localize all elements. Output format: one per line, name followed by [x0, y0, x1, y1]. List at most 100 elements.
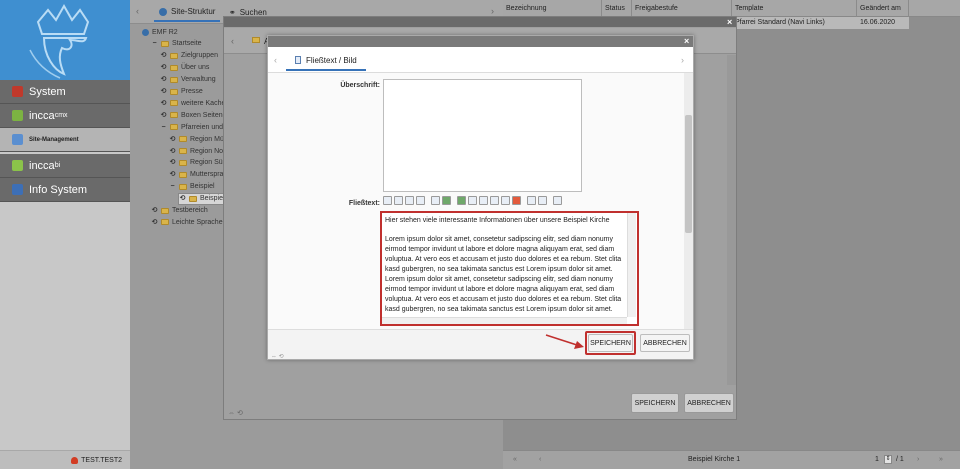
- tree-node[interactable]: EMF R2: [142, 26, 178, 38]
- column-header[interactable]: Status: [602, 0, 632, 17]
- column-header[interactable]: Geändert am: [857, 0, 909, 17]
- collapse-icon[interactable]: −: [169, 183, 176, 190]
- nav-info-system[interactable]: Info System: [0, 178, 130, 202]
- current-user[interactable]: TEST.TEST2: [0, 450, 130, 469]
- tree-node[interactable]: ⟲ Region Süd: [169, 157, 227, 169]
- tree-node[interactable]: ⟲ Über uns: [160, 62, 210, 74]
- italic-icon[interactable]: [394, 196, 403, 205]
- tree-node[interactable]: ⟲ Leichte Sprache: [151, 216, 223, 228]
- tree-node[interactable]: ⟲ Verwaltung: [160, 74, 216, 86]
- anchor-icon[interactable]: [468, 196, 477, 205]
- tree-node[interactable]: − Pfarreien und P: [160, 121, 229, 133]
- outer-save-button[interactable]: SPEICHERN: [631, 393, 679, 413]
- tree-node[interactable]: ⟲ Region Münc: [169, 133, 232, 145]
- last-page-icon[interactable]: »: [939, 456, 943, 463]
- page-spinner-icon[interactable]: ⇕: [884, 455, 892, 464]
- prev-page-icon[interactable]: ‹: [539, 456, 541, 463]
- cancel-button[interactable]: ABBRECHEN: [640, 334, 690, 352]
- tree-node[interactable]: ⟲ Boxen Seitenei: [160, 109, 229, 121]
- indent-icon[interactable]: [538, 196, 547, 205]
- refresh-icon[interactable]: ⟲: [160, 100, 167, 107]
- close-icon[interactable]: ×: [684, 37, 689, 46]
- tree-node-label: Leichte Sprache: [172, 218, 223, 226]
- tree-node-label: Zielgruppen: [181, 52, 218, 60]
- folder-icon: [179, 183, 187, 190]
- tree-node[interactable]: − Startseite: [151, 38, 201, 50]
- inner-tab-bar: ‹ Fließtext / Bild ›: [268, 47, 693, 73]
- nav-system[interactable]: System: [0, 80, 130, 104]
- delete-icon[interactable]: [512, 196, 521, 205]
- editor-hscroll[interactable]: [382, 317, 627, 324]
- align-left-icon[interactable]: [416, 196, 425, 205]
- heading-input[interactable]: [383, 79, 582, 192]
- refresh-icon[interactable]: ⟲: [169, 148, 176, 155]
- column-header[interactable]: Bezeichnung: [503, 0, 602, 17]
- tab-site-struktur[interactable]: Site-Struktur: [154, 3, 221, 22]
- refresh-icon[interactable]: ⟲: [169, 159, 176, 166]
- tree-node[interactable]: ⟲ Region Nord: [169, 145, 230, 157]
- tab-label: Site-Struktur: [171, 7, 216, 16]
- nav-incca-cmx[interactable]: incca cmx: [0, 104, 130, 128]
- nav-incca-bi[interactable]: incca bi: [0, 154, 130, 178]
- refresh-icon[interactable]: ⟲: [169, 171, 176, 178]
- chevron-right-icon[interactable]: ›: [681, 55, 684, 65]
- tree-node[interactable]: ⟲ Testbereich: [151, 205, 208, 217]
- tree-node[interactable]: ⟲ Presse: [160, 86, 203, 98]
- refresh-icon[interactable]: ⟲: [160, 52, 167, 59]
- tree-node[interactable]: − Beispiel: [169, 181, 214, 193]
- tab-fliesstext-bild[interactable]: Fließtext / Bild: [286, 51, 366, 71]
- inner-vscroll[interactable]: [684, 73, 693, 329]
- inner-scroll-thumb[interactable]: [685, 115, 692, 233]
- outer-vscroll[interactable]: [727, 55, 736, 385]
- refresh-icon[interactable]: ⟲: [151, 219, 158, 226]
- chevron-left-icon[interactable]: ‹: [274, 55, 277, 65]
- underline-icon[interactable]: [405, 196, 414, 205]
- align-right-icon[interactable]: [431, 196, 440, 205]
- refresh-icon[interactable]: ⟲: [160, 88, 167, 95]
- bold-icon[interactable]: [383, 196, 392, 205]
- list-icon[interactable]: [527, 196, 536, 205]
- close-icon[interactable]: ×: [727, 18, 732, 27]
- row-date[interactable]: 16.06.2020: [857, 17, 909, 29]
- collapse-icon[interactable]: −: [160, 124, 167, 131]
- globe-icon[interactable]: [142, 28, 149, 36]
- tree-node[interactable]: ⟲ Muttersprach: [169, 169, 231, 181]
- refresh-icon[interactable]: ⟲: [151, 207, 158, 214]
- editor-lorem: Lorem ipsum dolor sit amet, consetetur s…: [385, 236, 622, 313]
- refresh-icon[interactable]: ⟲: [160, 76, 167, 83]
- chevron-left-icon[interactable]: ‹: [136, 6, 139, 16]
- link-icon[interactable]: [442, 196, 451, 205]
- tree-node-label: Region Süd: [190, 159, 227, 167]
- tree-node[interactable]: ⟲ Zielgruppen: [160, 50, 218, 62]
- first-page-icon[interactable]: «: [513, 456, 517, 463]
- editor-vscroll[interactable]: [627, 213, 636, 317]
- refresh-icon[interactable]: ⟲: [169, 136, 176, 143]
- table-icon[interactable]: [490, 196, 499, 205]
- next-page-icon[interactable]: ›: [917, 456, 919, 463]
- editor-toolbar: [383, 196, 583, 209]
- inner-resize-icon[interactable]: ⇔ ⟲: [271, 353, 284, 360]
- refresh-icon[interactable]: ⟲: [179, 195, 186, 202]
- tree-node-label: Verwaltung: [181, 76, 216, 84]
- color-icon[interactable]: [553, 196, 562, 205]
- unlink-icon[interactable]: [457, 196, 466, 205]
- outer-cancel-button[interactable]: ABBRECHEN: [684, 393, 734, 413]
- row-template[interactable]: Pfarrei Standard (Navi Links): [732, 17, 857, 29]
- info-system-icon: [12, 184, 23, 195]
- nav-site-management[interactable]: Site-Management: [0, 128, 130, 152]
- chevron-left-icon[interactable]: ‹: [231, 36, 234, 46]
- paste-icon[interactable]: [501, 196, 510, 205]
- chevron-right-icon[interactable]: ›: [491, 6, 494, 16]
- editor-content[interactable]: Hier stehen viele interessante Informati…: [385, 216, 625, 318]
- body-text-editor[interactable]: Hier stehen viele interessante Informati…: [380, 211, 639, 326]
- collapse-icon[interactable]: −: [151, 40, 158, 47]
- inner-dialog: × ‹ Fließtext / Bild › Überschrift: Flie…: [267, 35, 694, 360]
- tree-node[interactable]: ⟲ weitere Kachein: [160, 97, 231, 109]
- save-button[interactable]: SPEICHERN: [588, 334, 633, 352]
- column-header[interactable]: Template: [732, 0, 857, 17]
- outer-resize-icon[interactable]: ⇔ ⟲: [228, 409, 243, 417]
- column-header[interactable]: Freigabestufe: [632, 0, 732, 17]
- image-icon[interactable]: [479, 196, 488, 205]
- refresh-icon[interactable]: ⟲: [160, 64, 167, 71]
- refresh-icon[interactable]: ⟲: [160, 112, 167, 119]
